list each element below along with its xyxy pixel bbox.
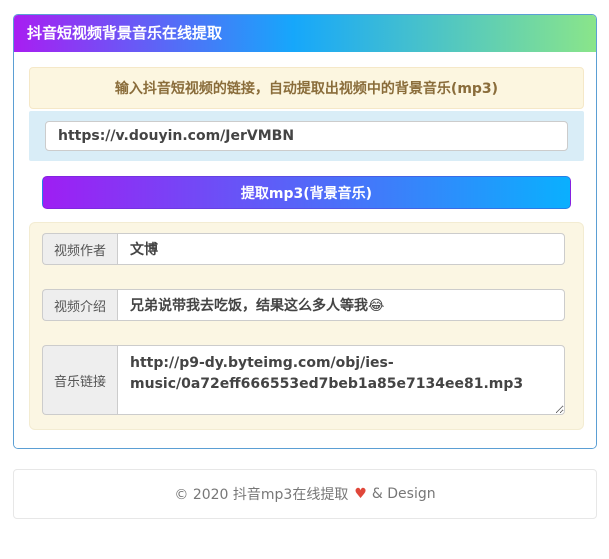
copyright-text: © 2020 抖音mp3在线提取 [174, 484, 348, 504]
description-input[interactable] [117, 289, 565, 321]
author-input[interactable] [117, 233, 565, 265]
extract-mp3-button[interactable]: 提取mp3(背景音乐) [42, 176, 571, 209]
music-link-label: 音乐链接 [42, 345, 117, 415]
heart-icon: ♥ [354, 486, 367, 502]
author-row: 视频作者 [42, 233, 565, 265]
app-header: 抖音短视频背景音乐在线提取 [14, 15, 596, 52]
description-row: 视频介绍 [42, 289, 565, 321]
url-section [29, 111, 584, 161]
design-credit: & Design [372, 486, 436, 502]
video-url-input[interactable] [45, 121, 568, 151]
result-form: 视频作者 视频介绍 音乐链接 http://p9-dy.byteimg.com/… [29, 222, 584, 430]
instruction-banner: 输入抖音短视频的链接，自动提取出视频中的背景音乐(mp3) [29, 67, 584, 109]
author-label: 视频作者 [42, 233, 117, 265]
description-label: 视频介绍 [42, 289, 117, 321]
page-title: 抖音短视频背景音乐在线提取 [27, 24, 222, 42]
card-body: 输入抖音短视频的链接，自动提取出视频中的背景音乐(mp3) 提取mp3(背景音乐… [14, 52, 596, 448]
instruction-text: 输入抖音短视频的链接，自动提取出视频中的背景音乐(mp3) [115, 81, 498, 97]
footer: © 2020 抖音mp3在线提取 ♥ & Design [13, 469, 597, 519]
music-link-textarea[interactable]: http://p9-dy.byteimg.com/obj/ies-music/0… [117, 345, 565, 415]
main-card: 抖音短视频背景音乐在线提取 输入抖音短视频的链接，自动提取出视频中的背景音乐(m… [13, 14, 597, 449]
music-link-row: 音乐链接 http://p9-dy.byteimg.com/obj/ies-mu… [42, 345, 565, 415]
